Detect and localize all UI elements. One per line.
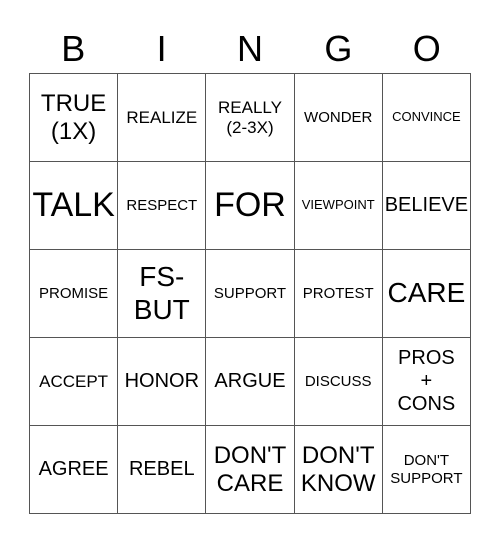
bingo-cell[interactable]: FS- BUT <box>118 250 207 338</box>
cell-label: TALK <box>32 185 115 224</box>
cell-label: DON'T SUPPORT <box>390 452 463 487</box>
bingo-cell[interactable]: REBEL <box>118 426 207 514</box>
bingo-cell[interactable]: ARGUE <box>206 338 295 426</box>
bingo-cell[interactable]: PROMISE <box>30 250 119 338</box>
bingo-cell[interactable]: TRUE (1X) <box>30 74 119 162</box>
cell-label: ACCEPT <box>39 371 109 391</box>
cell-label: DISCUSS <box>304 372 372 390</box>
bingo-cell[interactable]: RESPECT <box>118 162 207 250</box>
bingo-cell[interactable]: DON'T KNOW <box>294 426 383 514</box>
cell-label: REBEL <box>128 458 195 480</box>
cell-label: WONDER <box>304 108 373 126</box>
cell-label: BELIEVE <box>384 194 469 216</box>
bingo-cell[interactable]: DON'T CARE <box>206 426 295 514</box>
cell-label: FOR <box>214 185 286 224</box>
cell-label: RESPECT <box>126 196 198 214</box>
cell-label: REALIZE <box>126 107 198 127</box>
cell-label: REALLY (2-3X) <box>218 97 282 137</box>
bingo-cell[interactable]: CONVINCE <box>382 74 471 162</box>
bingo-cell[interactable]: SUPPORT <box>206 250 295 338</box>
bingo-cell[interactable]: CARE <box>382 250 471 338</box>
bingo-cell[interactable]: REALLY (2-3X) <box>206 74 295 162</box>
cell-label: CARE <box>387 277 466 309</box>
header-letter-i: I <box>156 28 167 69</box>
cell-label: PROTEST <box>302 284 374 302</box>
bingo-cell[interactable]: VIEWPOINT <box>294 162 383 250</box>
cell-label: DON'T CARE <box>213 441 287 497</box>
bingo-cell[interactable]: HONOR <box>118 338 207 426</box>
header-letter-g: G <box>324 28 353 69</box>
cell-label: FS- BUT <box>133 261 190 325</box>
cell-label: ARGUE <box>214 370 286 392</box>
bingo-cell[interactable]: DISCUSS <box>294 338 383 426</box>
bingo-cell[interactable]: ACCEPT <box>30 338 119 426</box>
header-letter-n: N <box>236 28 263 69</box>
bingo-cell[interactable]: WONDER <box>294 74 383 162</box>
cell-label: VIEWPOINT <box>301 197 375 213</box>
bingo-cell[interactable]: FOR <box>206 162 295 250</box>
cell-label: DON'T KNOW <box>300 441 376 497</box>
cell-label: PROMISE <box>39 284 109 302</box>
cell-label: PROS + CONS <box>397 347 456 415</box>
bingo-cell[interactable]: PROS + CONS <box>382 338 471 426</box>
cell-label: TRUE (1X) <box>40 89 107 145</box>
header-letter-o: O <box>412 28 441 69</box>
bingo-cell[interactable]: PROTEST <box>294 250 383 338</box>
bingo-board: TRUE (1X) REALIZE REALLY (2-3X) WONDER C… <box>29 73 471 514</box>
cell-label: AGREE <box>38 458 109 480</box>
cell-label: CONVINCE <box>392 109 461 125</box>
bingo-cell[interactable]: BELIEVE <box>382 162 471 250</box>
cell-label: HONOR <box>124 370 200 392</box>
header-letter-b: B <box>61 28 86 69</box>
bingo-cell[interactable]: TALK <box>30 162 119 250</box>
cell-label: SUPPORT <box>213 284 287 302</box>
bingo-cell[interactable]: DON'T SUPPORT <box>382 426 471 514</box>
bingo-header: B I N G O <box>29 24 471 74</box>
bingo-cell[interactable]: AGREE <box>30 426 119 514</box>
bingo-cell[interactable]: REALIZE <box>118 74 207 162</box>
